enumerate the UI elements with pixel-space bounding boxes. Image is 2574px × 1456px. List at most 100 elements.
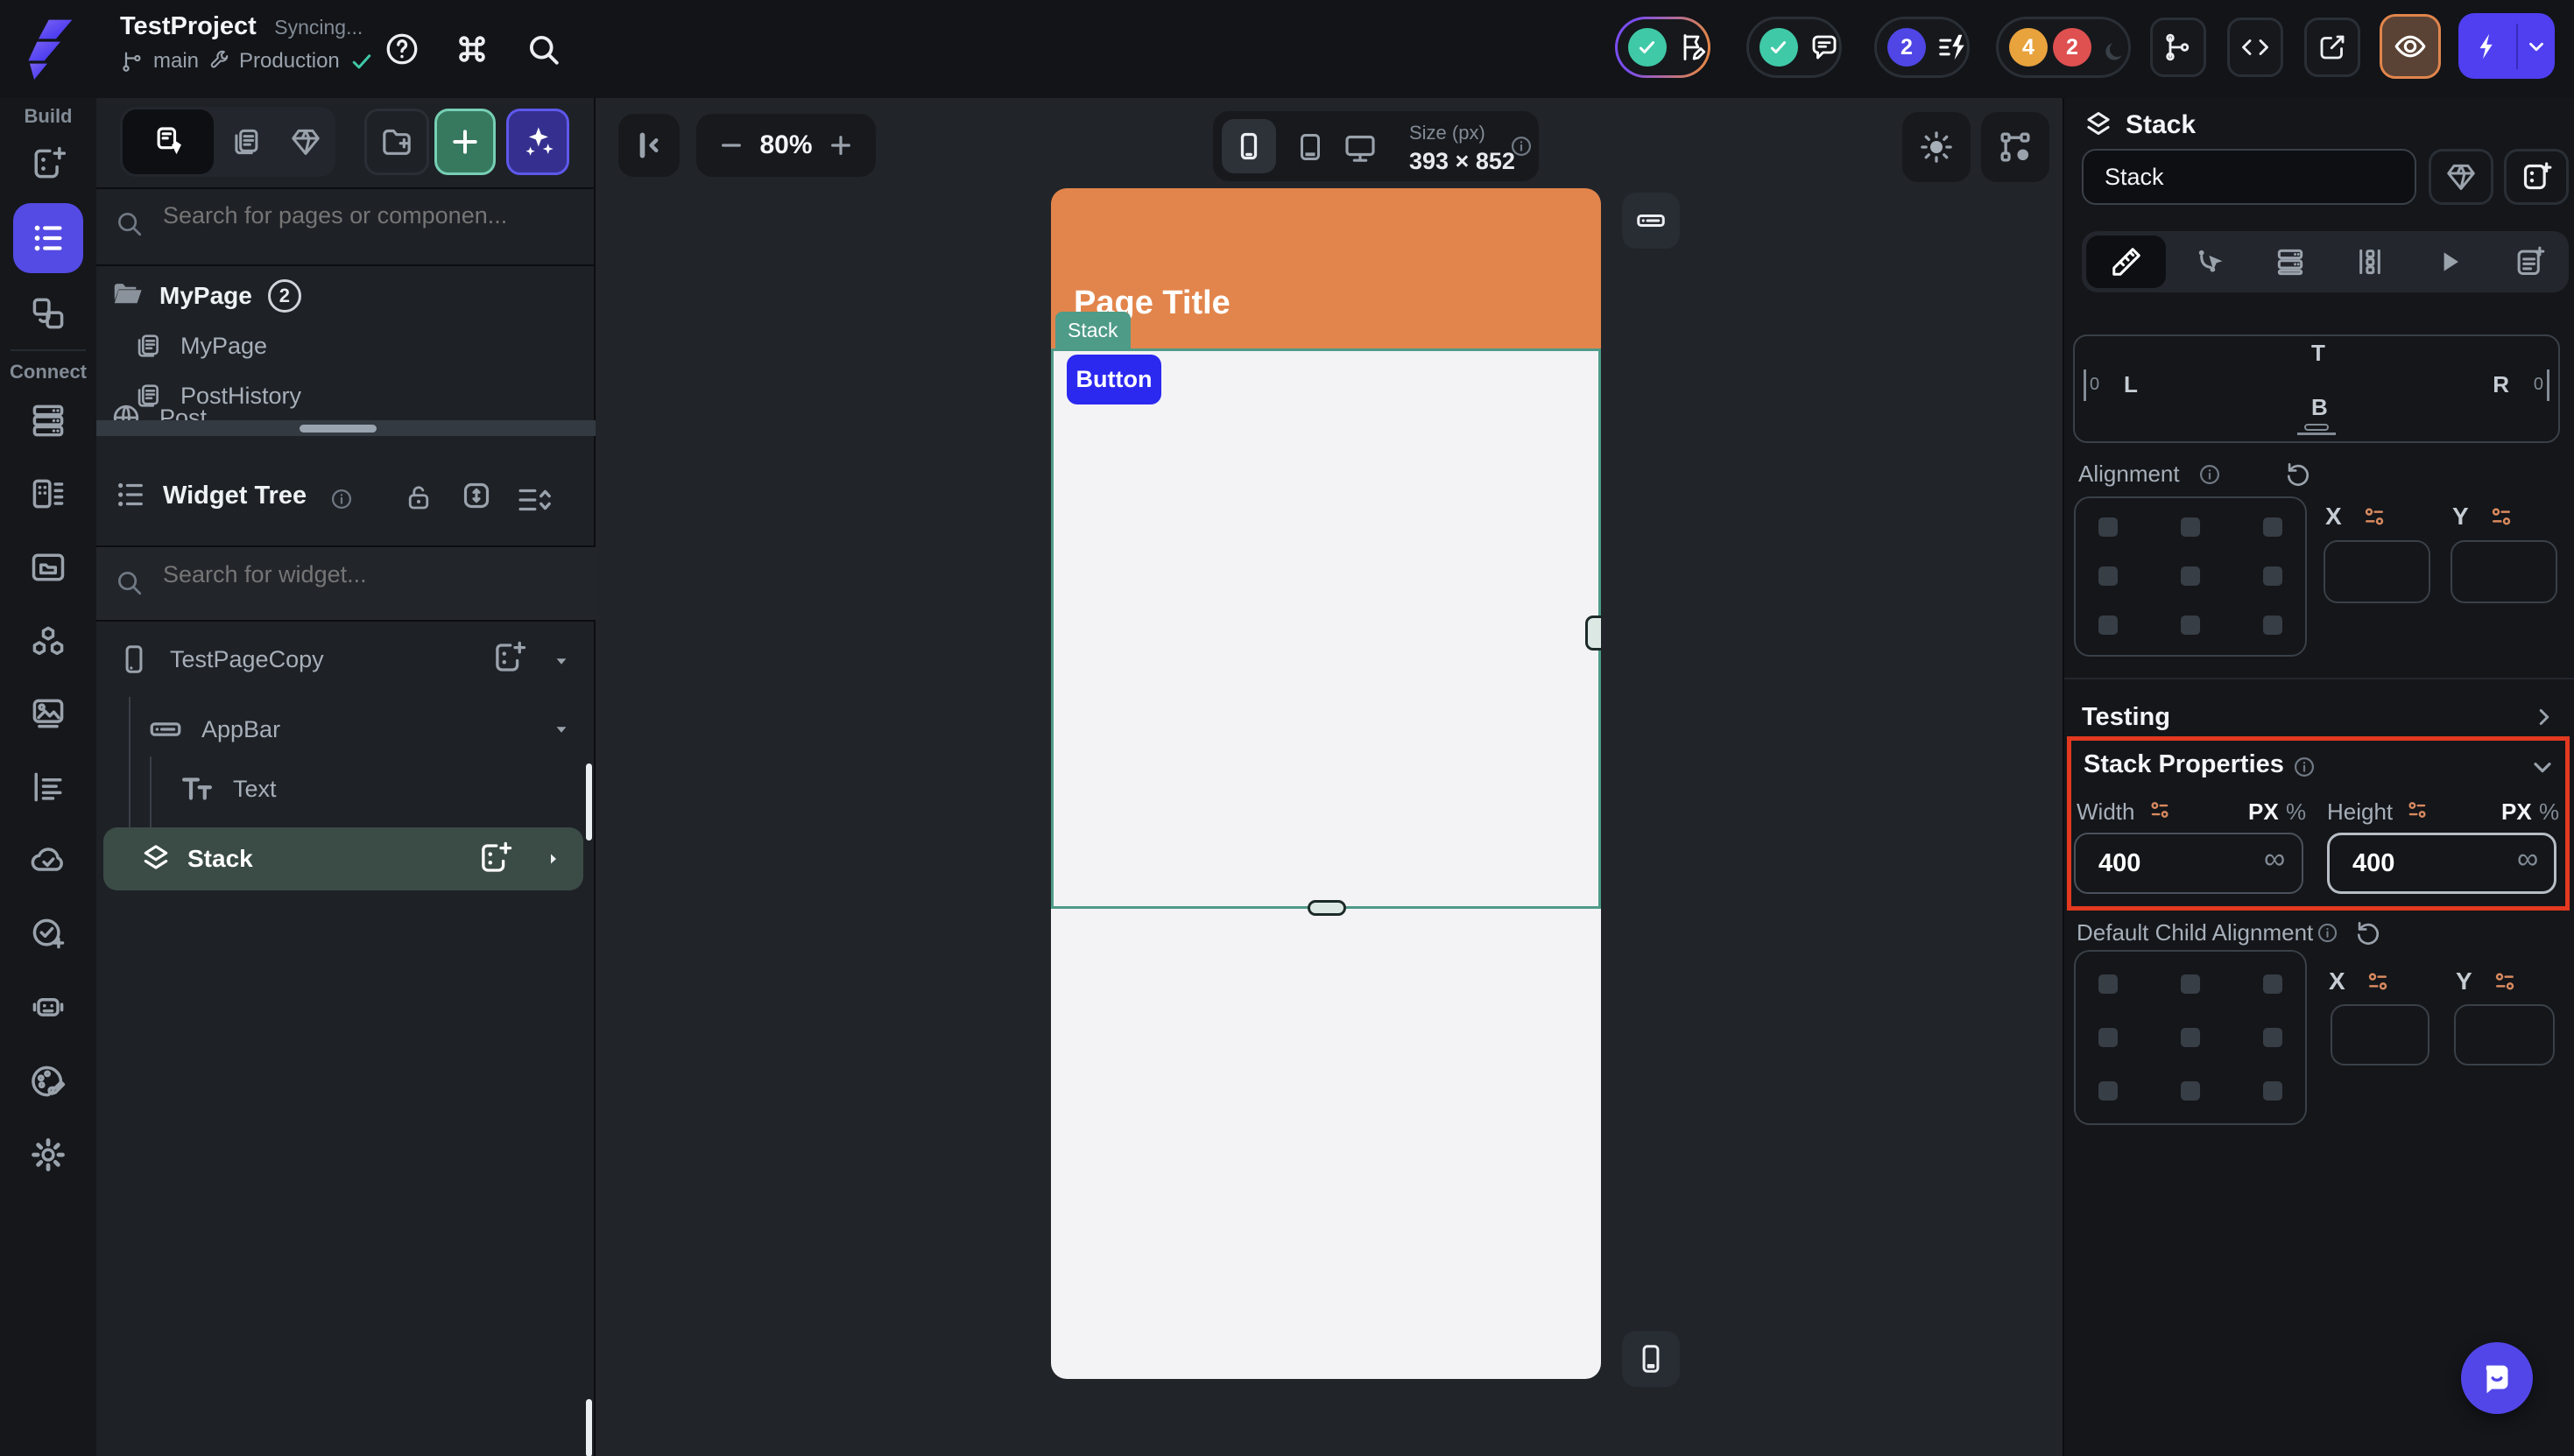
run-menu-chevron-icon[interactable] <box>2518 35 2555 58</box>
rail-components-tab[interactable] <box>22 287 74 340</box>
rail-app-assets-tab[interactable] <box>22 687 74 740</box>
resize-handle-bottom[interactable] <box>1308 900 1346 916</box>
alignment-dot[interactable] <box>2098 1081 2118 1101</box>
device-desktop-tab[interactable] <box>1343 130 1378 165</box>
add-folder-button[interactable] <box>364 109 429 175</box>
width-percent-unit[interactable]: % <box>2286 798 2306 826</box>
panel-scrollbar-thumb[interactable] <box>586 1399 592 1456</box>
page-folder-row[interactable]: MyPage 2 <box>110 278 301 314</box>
tab-animations[interactable] <box>2409 231 2489 292</box>
filter-pages-and-components-tab[interactable] <box>123 109 214 174</box>
default-child-alignment-reset-icon[interactable] <box>2353 918 2383 947</box>
appbar-collapse-caret-icon[interactable] <box>550 718 573 745</box>
add-page-button[interactable] <box>434 109 496 175</box>
tree-scrollbar-thumb[interactable] <box>586 763 592 841</box>
tab-documentation[interactable] <box>2489 231 2569 292</box>
expand-vertical-icon[interactable] <box>459 478 494 513</box>
root-collapse-caret-icon[interactable] <box>550 650 573 677</box>
tab-actions[interactable] <box>2170 231 2250 292</box>
testing-section-label[interactable]: Testing <box>2082 703 2170 732</box>
branch-name[interactable]: main <box>153 49 199 74</box>
environment-name[interactable]: Production <box>239 49 340 74</box>
canvas-settings-button[interactable] <box>1981 112 2049 182</box>
appbar-quick-select-button[interactable] <box>1622 193 1680 249</box>
alignment-dot[interactable] <box>2098 615 2118 635</box>
tree-root-row[interactable]: TestPageCopy <box>117 639 324 679</box>
page-row[interactable]: MyPage <box>133 329 267 362</box>
rail-add-widget-button[interactable] <box>22 137 74 190</box>
root-add-widget-icon[interactable] <box>490 639 527 676</box>
device-tablet-tab[interactable] <box>1294 130 1327 164</box>
flutterflow-logo-icon[interactable] <box>12 14 82 84</box>
alignment-y-input[interactable] <box>2451 540 2557 603</box>
alignment-dot[interactable] <box>2263 1081 2282 1101</box>
alignment-dot[interactable] <box>2263 1028 2282 1047</box>
widget-tree-info-icon[interactable] <box>329 487 354 511</box>
stack-add-widget-icon[interactable] <box>476 840 513 876</box>
alignment-dot[interactable] <box>2263 566 2282 586</box>
alignment-x-input[interactable] <box>2324 540 2430 603</box>
help-button[interactable] <box>381 28 423 70</box>
lock-icon[interactable] <box>403 482 434 513</box>
device-phone-tab[interactable] <box>1222 119 1276 173</box>
support-chat-button[interactable] <box>2461 1342 2533 1414</box>
rail-widget-tree-tab[interactable] <box>13 203 83 273</box>
branching-button[interactable] <box>2150 18 2206 77</box>
project-issues-pill[interactable] <box>1615 17 1710 78</box>
alignment-dot[interactable] <box>2098 1028 2118 1047</box>
alignment-dot[interactable] <box>2098 517 2118 537</box>
panel-resize-handle[interactable] <box>96 420 596 436</box>
padding-right-label[interactable]: R <box>2493 371 2509 398</box>
widget-name-input[interactable] <box>2082 149 2416 205</box>
alignment-dot[interactable] <box>2263 517 2282 537</box>
tree-text-row[interactable]: Text <box>179 770 277 807</box>
dca-x-input[interactable] <box>2331 1004 2429 1066</box>
pages-search-input[interactable] <box>161 201 568 230</box>
alignment-dot[interactable] <box>2098 974 2118 994</box>
alerts-pill[interactable]: 4 2 <box>1996 17 2131 78</box>
preview-button[interactable] <box>2380 14 2441 79</box>
rail-database-tab[interactable] <box>22 394 74 447</box>
dca-x-variable-icon[interactable] <box>2364 967 2392 995</box>
code-view-button[interactable] <box>2227 18 2283 77</box>
width-px-unit[interactable]: PX <box>2248 798 2279 826</box>
tab-backend-query[interactable] <box>2250 231 2330 292</box>
alignment-dot[interactable] <box>2181 566 2200 586</box>
search-button[interactable] <box>522 28 564 70</box>
collapse-panel-button[interactable] <box>618 114 680 177</box>
height-variable-icon[interactable] <box>2404 797 2430 823</box>
alignment-dot[interactable] <box>2263 974 2282 994</box>
light-mode-toggle-button[interactable] <box>1902 112 1971 182</box>
tree-appbar-row[interactable]: AppBar <box>147 711 280 748</box>
alignment-x-variable-icon[interactable] <box>2360 503 2388 531</box>
tasks-pill[interactable]: 2 <box>1874 17 1970 78</box>
tab-properties[interactable] <box>2086 236 2166 288</box>
alignment-dot[interactable] <box>2181 974 2200 994</box>
alignment-dot[interactable] <box>2181 615 2200 635</box>
size-info-icon[interactable] <box>1509 134 1534 158</box>
default-child-alignment-info-icon[interactable] <box>2316 921 2339 945</box>
add-child-widget-button[interactable] <box>2504 149 2569 205</box>
testing-expand-chevron-icon[interactable] <box>2531 704 2557 730</box>
padding-top-label[interactable]: T <box>2311 340 2325 367</box>
width-infinity-icon[interactable]: ∞ <box>2264 844 2285 874</box>
stack-selection-outline[interactable] <box>1051 348 1601 909</box>
rail-ai-agent-tab[interactable] <box>22 981 74 1033</box>
alignment-dot[interactable] <box>2181 1028 2200 1047</box>
run-button[interactable] <box>2458 13 2555 79</box>
padding-bottom-handle[interactable] <box>2304 424 2329 431</box>
command-menu-button[interactable] <box>451 28 493 70</box>
padding-editor[interactable]: T L R B 0 0 <box>2073 334 2560 443</box>
ai-generate-page-button[interactable] <box>506 109 569 175</box>
widget-search-input[interactable] <box>161 560 568 589</box>
export-button[interactable] <box>2304 18 2360 77</box>
alignment-dot[interactable] <box>2098 566 2118 586</box>
navbar-quick-select-button[interactable] <box>1622 1331 1680 1387</box>
filter-components-tab[interactable] <box>276 107 335 177</box>
alignment-dot[interactable] <box>2181 517 2200 537</box>
height-percent-unit[interactable]: % <box>2539 798 2559 826</box>
alignment-y-variable-icon[interactable] <box>2487 503 2515 531</box>
app-bar-widget[interactable]: Page Title <box>1051 188 1601 348</box>
zoom-out-button[interactable] <box>717 131 745 159</box>
convert-to-component-button[interactable] <box>2429 149 2493 205</box>
